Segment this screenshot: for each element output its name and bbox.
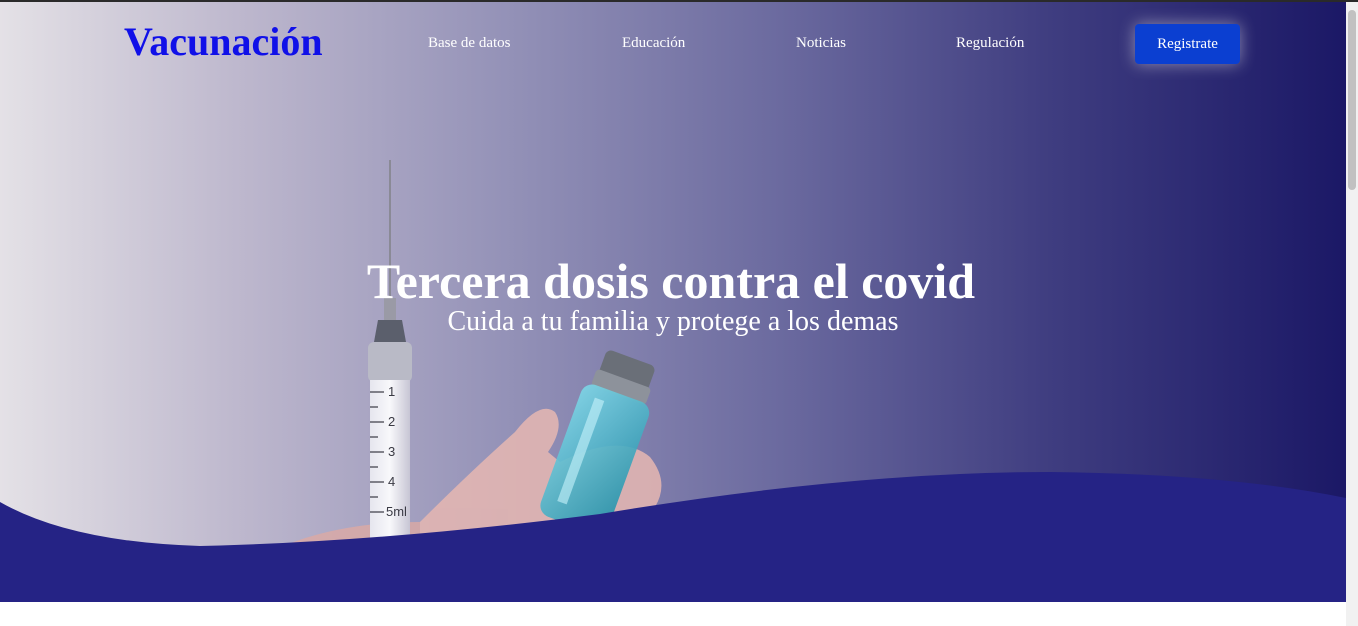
- scrollbar-thumb[interactable]: [1348, 10, 1356, 190]
- hero-section: 1 2 3 4 5ml Vacunación Base de datos Edu…: [0, 2, 1346, 602]
- nav-link-noticias[interactable]: Noticias: [796, 36, 846, 51]
- vertical-scrollbar[interactable]: [1346, 2, 1358, 626]
- brand-logo[interactable]: Vacunación: [124, 22, 323, 62]
- top-nav: Vacunación Base de datos Educación Notic…: [0, 2, 1346, 92]
- page: 1 2 3 4 5ml Vacunación Base de datos Edu…: [0, 0, 1358, 626]
- hero-subtitle: Cuida a tu familia y protege a los demas: [447, 306, 899, 337]
- nav-link-regulacion[interactable]: Regulación: [956, 36, 1024, 51]
- nav-link-educacion[interactable]: Educación: [622, 36, 685, 51]
- nav-link-base-de-datos[interactable]: Base de datos: [428, 36, 510, 51]
- hero-title: Tercera dosis contra el covid: [366, 253, 976, 309]
- hero-text: Tercera dosis contra el covid Cuida a tu…: [0, 254, 1346, 338]
- register-button[interactable]: Registrate: [1135, 24, 1240, 64]
